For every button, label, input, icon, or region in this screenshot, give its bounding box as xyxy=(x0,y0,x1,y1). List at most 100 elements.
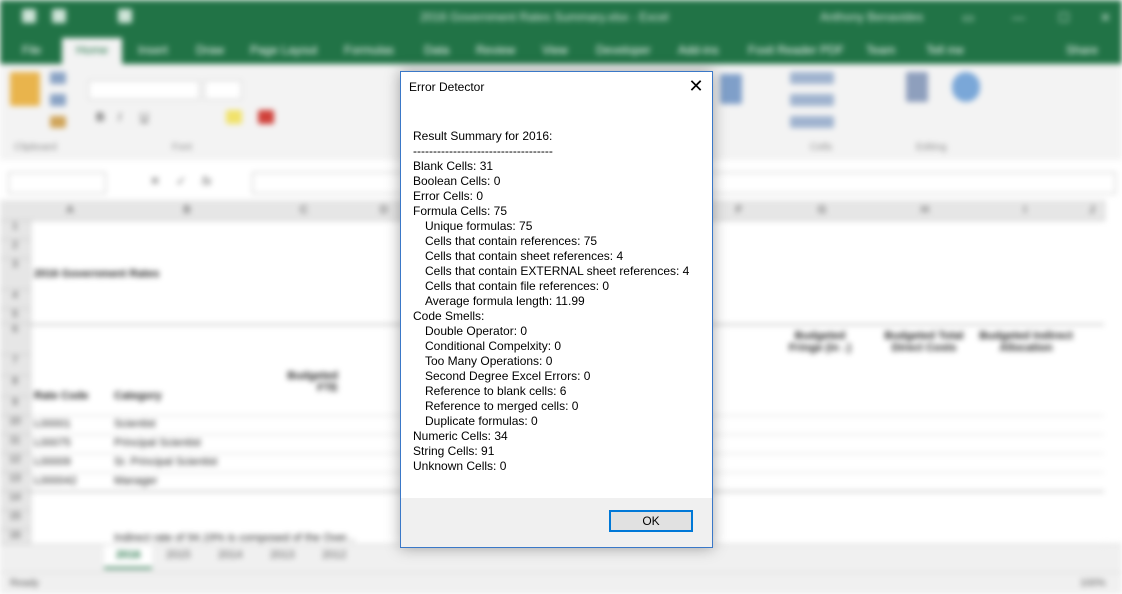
insert-cells-icon[interactable] xyxy=(790,72,834,84)
copy-icon[interactable] xyxy=(50,94,66,106)
column-header[interactable]: I xyxy=(970,200,1081,221)
category-cell[interactable]: Sr. Principal Scientist xyxy=(114,456,217,468)
row-header[interactable]: 13 xyxy=(0,473,31,492)
minimize-icon[interactable]: — xyxy=(1012,10,1025,25)
row-header[interactable]: 15 xyxy=(0,511,31,530)
font-name-select[interactable] xyxy=(88,80,200,100)
rate-code-cell[interactable]: L000042 xyxy=(34,475,77,487)
fill-color-icon[interactable] xyxy=(226,110,242,124)
header-cell: Rate Code xyxy=(34,390,89,402)
sheet-tab[interactable]: 2013 xyxy=(270,549,294,561)
ribbon-display-icon[interactable]: ▭ xyxy=(962,10,974,26)
row-header[interactable]: 11 xyxy=(0,435,31,454)
window-title: 2016 Government Rates Summary.xlsx - Exc… xyxy=(420,10,669,24)
sheet-tab[interactable]: 2014 xyxy=(218,549,242,561)
tab-data[interactable]: Data xyxy=(424,43,449,57)
row-header[interactable]: 6 xyxy=(0,324,31,355)
category-cell[interactable]: Principal Scientist xyxy=(114,437,201,449)
error-detector-dialog: Error Detector ✕ Result Summary for 2016… xyxy=(400,71,713,548)
tab-page-layout[interactable]: Page Layout xyxy=(250,43,317,57)
row-header[interactable]: 1 xyxy=(0,221,31,240)
summary-line: Blank Cells: 31 xyxy=(413,159,494,173)
tab-foxit[interactable]: Foxit Reader PDF xyxy=(748,43,844,57)
result-summary: Result Summary for 2016: ----------------… xyxy=(413,129,703,474)
cancel-formula-icon[interactable]: ✕ xyxy=(150,174,160,188)
italic-icon[interactable]: I xyxy=(118,110,121,124)
dialog-title: Error Detector xyxy=(409,80,485,94)
window-close-icon[interactable]: ✕ xyxy=(1100,10,1111,26)
rate-code-cell[interactable]: L00009 xyxy=(34,456,71,468)
row-header[interactable]: 16 xyxy=(0,530,31,545)
tab-home[interactable]: Home xyxy=(62,38,123,64)
sheet-heading: 2016 Government Rates xyxy=(34,268,160,280)
tab-file[interactable]: File xyxy=(22,43,41,57)
sheet-tab[interactable]: 2012 xyxy=(322,549,346,561)
row-header[interactable]: 9 xyxy=(0,397,31,416)
rate-code-cell[interactable]: L00075 xyxy=(34,437,71,449)
ribbon-tab-bar: File Home Insert Draw Page Layout Formul… xyxy=(0,34,1122,64)
sheet-tab[interactable]: 2015 xyxy=(166,549,190,561)
underline-icon[interactable]: U xyxy=(140,110,149,124)
column-header[interactable]: A xyxy=(30,200,111,221)
confirm-formula-icon[interactable]: ✓ xyxy=(176,174,186,188)
paste-icon[interactable] xyxy=(10,72,40,106)
category-cell[interactable]: Scientist xyxy=(114,418,156,430)
tell-me-box[interactable]: Tell me xyxy=(926,43,964,57)
row-header[interactable]: 2 xyxy=(0,240,31,259)
column-header[interactable]: J xyxy=(1080,200,1105,221)
find-select-icon[interactable] xyxy=(952,72,980,102)
tab-draw[interactable]: Draw xyxy=(196,43,224,57)
maximize-icon[interactable]: ☐ xyxy=(1058,10,1070,26)
column-header[interactable]: F xyxy=(714,200,765,221)
select-all-corner[interactable] xyxy=(0,200,31,221)
tab-insert[interactable]: Insert xyxy=(138,43,168,57)
column-header[interactable]: G xyxy=(764,200,881,221)
row-header[interactable]: 14 xyxy=(0,492,31,511)
row-header[interactable]: 3 xyxy=(0,259,31,290)
ok-button[interactable]: OK xyxy=(609,510,693,532)
row-header[interactable]: 8 xyxy=(0,376,31,397)
column-header[interactable]: C xyxy=(264,200,345,221)
category-cell[interactable]: Manager xyxy=(114,475,157,487)
name-box[interactable] xyxy=(8,172,106,194)
column-header[interactable]: B xyxy=(110,200,265,221)
font-size-select[interactable] xyxy=(204,80,242,100)
summary-line: Double Operator: 0 xyxy=(425,324,528,338)
cut-icon[interactable] xyxy=(50,72,66,84)
row-header[interactable]: 10 xyxy=(0,416,31,435)
touch-mode-icon[interactable] xyxy=(118,9,132,23)
format-painter-icon[interactable] xyxy=(50,116,66,128)
tab-review[interactable]: Review xyxy=(476,43,515,57)
row-header[interactable]: 7 xyxy=(0,355,31,376)
row-header[interactable]: 4 xyxy=(0,290,31,309)
summary-line: Unique formulas: 75 xyxy=(425,219,533,233)
undo-icon[interactable] xyxy=(52,9,66,23)
column-header[interactable]: H xyxy=(880,200,971,221)
tab-view[interactable]: View xyxy=(542,43,568,57)
status-bar: Ready 100% xyxy=(0,572,1122,594)
tab-developer[interactable]: Developer xyxy=(596,43,651,57)
zoom-level[interactable]: 100% xyxy=(1080,578,1106,589)
header-cell: Budgeted Fringe (in ↓) xyxy=(788,330,852,354)
rate-code-cell[interactable]: L00001 xyxy=(34,418,71,430)
sheet-tab[interactable]: 2016 xyxy=(104,545,153,569)
bold-icon[interactable]: B xyxy=(96,110,105,124)
tab-formulas[interactable]: Formulas xyxy=(344,43,394,57)
summary-line: Conditional Compelxity: 0 xyxy=(425,339,562,353)
tab-add-ins[interactable]: Add-ins xyxy=(678,43,719,57)
share-button[interactable]: Share xyxy=(1066,43,1098,57)
tab-team[interactable]: Team xyxy=(866,43,895,57)
delete-cells-icon[interactable] xyxy=(790,94,834,106)
summary-line: Error Cells: 0 xyxy=(413,189,484,203)
row-header[interactable]: 12 xyxy=(0,454,31,473)
row-header[interactable]: 5 xyxy=(0,309,31,324)
cell-styles-icon[interactable] xyxy=(720,74,742,104)
close-icon[interactable]: ✕ xyxy=(680,72,712,102)
sort-filter-icon[interactable] xyxy=(906,72,928,102)
insert-function-icon[interactable]: fx xyxy=(202,174,211,188)
editing-group-label: Editing xyxy=(916,142,947,153)
save-icon[interactable] xyxy=(22,9,36,23)
cells-group-label: Cells xyxy=(810,142,833,153)
font-color-icon[interactable] xyxy=(258,110,274,124)
format-cells-icon[interactable] xyxy=(790,116,834,128)
